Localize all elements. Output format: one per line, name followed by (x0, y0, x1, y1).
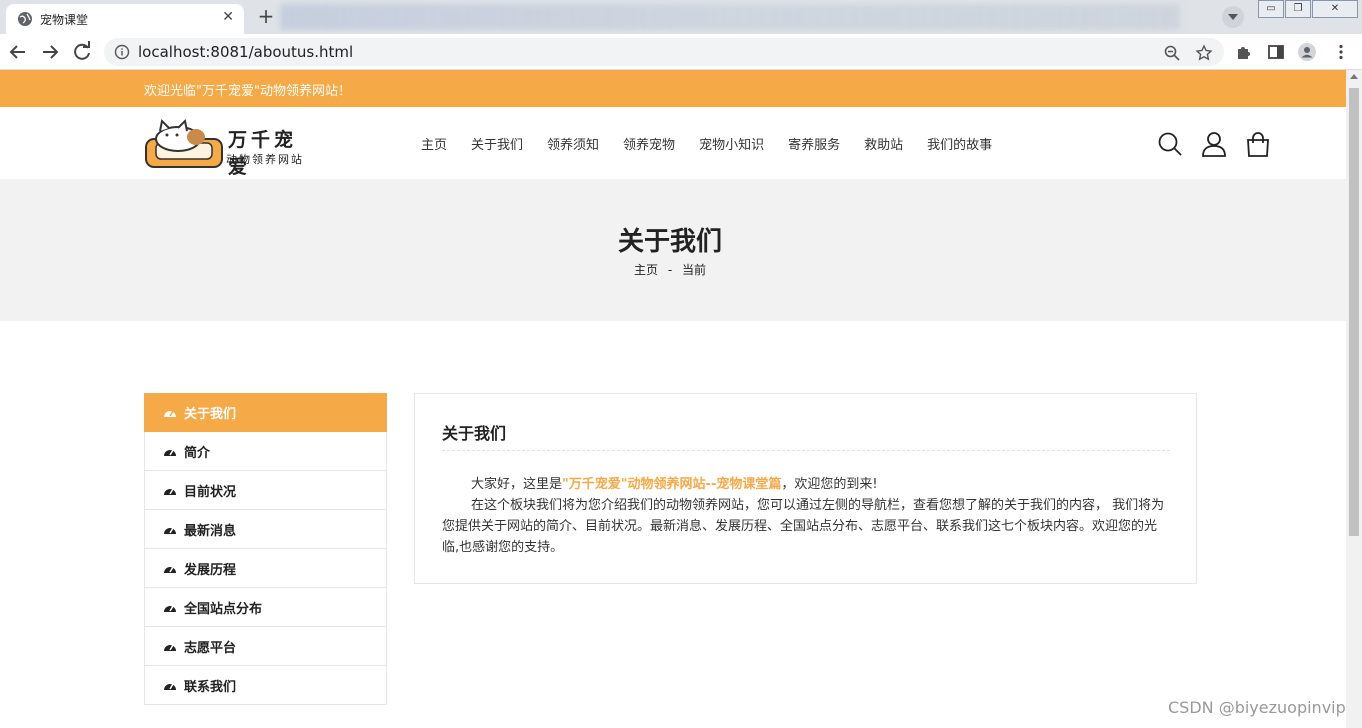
site-logo[interactable]: 万千宠爱 动物领养网站 (144, 117, 319, 178)
logo-subtitle: 动物领养网站 (226, 153, 304, 166)
sidebar-item-stations[interactable]: 全国站点分布 (144, 588, 387, 627)
address-bar[interactable]: localhost:8081/aboutus.html (104, 38, 1224, 66)
sidebar-item-label: 最新消息 (184, 523, 237, 539)
dashboard-icon (164, 683, 176, 690)
welcome-text: 欢迎光临"万千宠爱"动物领养网站！ (144, 84, 351, 99)
nav-rescue-station[interactable]: 救助站 (852, 134, 915, 153)
tab-title: 宠物课堂 (40, 13, 89, 27)
profile-icon[interactable] (1298, 43, 1316, 61)
user-icon[interactable] (1201, 131, 1227, 157)
sidebar-item-history[interactable]: 发展历程 (144, 549, 387, 588)
main-nav: 主页 关于我们 领养须知 领养宠物 宠物小知识 寄养服务 救助站 我们的故事 (409, 134, 1004, 153)
dashboard-icon (164, 605, 176, 612)
dashboard-icon (164, 449, 176, 456)
side-panel-icon[interactable] (1267, 43, 1285, 61)
close-tab-icon[interactable]: ✕ (222, 9, 234, 25)
breadcrumb-home[interactable]: 主页 (634, 263, 658, 277)
page-title: 关于我们 (617, 227, 722, 257)
back-icon[interactable] (6, 40, 30, 64)
breadcrumb: 主页 - 当前 (0, 261, 1340, 278)
forward-icon[interactable] (38, 40, 62, 64)
dashboard-icon (164, 527, 176, 534)
nav-pet-tips[interactable]: 宠物小知识 (687, 134, 776, 153)
shopping-bag-icon[interactable] (1245, 131, 1271, 157)
sidebar-item-label: 关于我们 (184, 406, 237, 422)
breadcrumb-current: 当前 (682, 263, 707, 277)
sidebar-item-about-us[interactable]: 关于我们 (144, 393, 387, 432)
content-title: 关于我们 (442, 424, 507, 443)
globe-icon (18, 12, 32, 26)
page-banner: 关于我们 主页 - 当前 (0, 179, 1346, 321)
sidebar-menu: 关于我们 简介 目前状况 最新消息 发展历程 全国站点分布 志愿平台 联系我们 (144, 393, 387, 705)
watermark-text: CSDN @biyezuopinvip (1168, 698, 1346, 717)
nav-our-story[interactable]: 我们的故事 (915, 134, 1004, 153)
web-page: 欢迎光临"万千宠爱"动物领养网站！ 万千宠爱 动物领养网站 主页 关于我们 领养… (0, 70, 1346, 728)
extensions-icon[interactable] (1235, 43, 1253, 61)
sidebar-item-label: 全国站点分布 (184, 601, 263, 617)
sidebar-item-news[interactable]: 最新消息 (144, 510, 387, 549)
nav-about[interactable]: 关于我们 (459, 134, 535, 153)
sidebar-item-label: 简介 (184, 445, 211, 461)
paragraph-welcome: 大家好，这里是"万千宠爱"动物领养网站--宠物课堂篇，欢迎您的到来! (471, 477, 878, 492)
nav-adopt-pets[interactable]: 领养宠物 (611, 134, 687, 153)
sidebar-item-intro[interactable]: 简介 (144, 432, 387, 471)
minimize-button[interactable]: ▭ (1258, 0, 1284, 18)
sidebar-item-label: 志愿平台 (184, 640, 237, 656)
zoom-icon[interactable] (1163, 44, 1181, 62)
reload-icon[interactable] (70, 40, 94, 64)
sidebar-item-label: 目前状况 (184, 484, 237, 500)
bookmark-star-icon[interactable] (1195, 44, 1213, 62)
cat-sofa-icon (145, 118, 223, 168)
site-header: 万千宠爱 动物领养网站 主页 关于我们 领养须知 领养宠物 宠物小知识 寄养服务… (0, 107, 1346, 179)
site-name-highlight: "万千宠爱"动物领养网站--宠物课堂篇 (562, 477, 782, 492)
dashboard-icon (164, 566, 176, 573)
blurred-background (280, 4, 1180, 30)
breadcrumb-separator: - (667, 263, 673, 277)
new-tab-button[interactable]: + (252, 4, 280, 30)
sidebar-item-label: 发展历程 (184, 562, 237, 578)
info-icon[interactable] (114, 44, 130, 60)
scrollbar-thumb[interactable] (1349, 88, 1359, 536)
dashboard-icon (164, 644, 176, 651)
dashboard-icon (164, 410, 176, 417)
search-icon[interactable] (1157, 131, 1183, 157)
top-welcome-bar: 欢迎光临"万千宠爱"动物领养网站！ (0, 70, 1346, 107)
page-scrollbar[interactable] (1346, 70, 1362, 728)
close-window-button[interactable]: ✕ (1312, 0, 1358, 18)
tab-search-button[interactable] (1222, 6, 1244, 28)
browser-tab[interactable]: 宠物课堂 ✕ (6, 4, 244, 34)
content-panel: 关于我们 大家好，这里是"万千宠爱"动物领养网站--宠物课堂篇，欢迎您的到来! … (414, 393, 1197, 584)
scroll-up-icon[interactable] (1350, 74, 1358, 79)
divider (442, 450, 1170, 451)
restore-button[interactable]: ❐ (1285, 0, 1311, 18)
sidebar-item-status[interactable]: 目前状况 (144, 471, 387, 510)
sidebar-item-volunteer[interactable]: 志愿平台 (144, 627, 387, 666)
paragraph-intro: 在这个板块我们将为您介绍我们的动物领养网站，您可以通过左侧的导航栏，查看您想了解… (442, 498, 1165, 555)
menu-kebab-icon[interactable] (1332, 43, 1350, 61)
sidebar-item-contact[interactable]: 联系我们 (144, 666, 387, 705)
browser-toolbar: localhost:8081/aboutus.html (0, 34, 1362, 70)
url-text: localhost:8081/aboutus.html (138, 43, 354, 61)
tab-strip: 宠物课堂 ✕ + ▭ ❐ ✕ (0, 0, 1362, 34)
nav-home[interactable]: 主页 (409, 134, 459, 153)
content-body: 大家好，这里是"万千宠爱"动物领养网站--宠物课堂篇，欢迎您的到来! 在这个板块… (442, 474, 1172, 558)
sidebar-item-label: 联系我们 (184, 679, 237, 695)
dashboard-icon (164, 488, 176, 495)
nav-adoption-notice[interactable]: 领养须知 (535, 134, 611, 153)
nav-boarding[interactable]: 寄养服务 (776, 134, 852, 153)
